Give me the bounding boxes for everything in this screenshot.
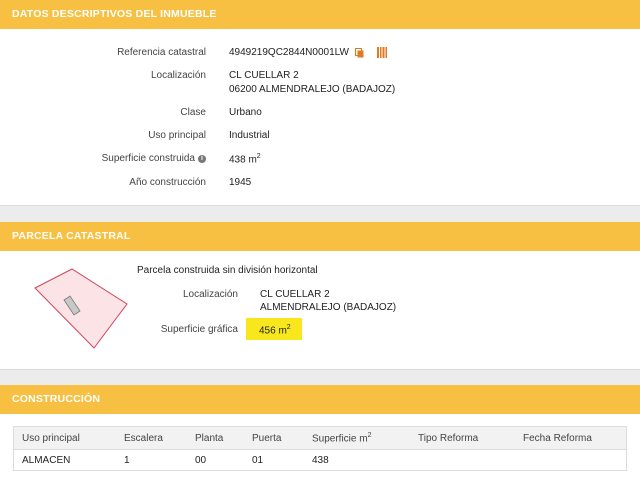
cell-superficie: 438 xyxy=(312,454,329,466)
parcela-loc-line2: ALMENDRALEJO (BADAJOZ) xyxy=(260,302,397,313)
parcela-loc-line1: CL CUELLAR 2 xyxy=(260,289,330,300)
localizacion-line2: 06200 ALMENDRALEJO (BADAJOZ) xyxy=(229,84,396,95)
anio-value: 1945 xyxy=(229,177,252,188)
col-tipo-reforma: Tipo Reforma xyxy=(410,426,515,450)
col-fecha-reforma: Fecha Reforma xyxy=(515,426,627,450)
clase-label: Clase xyxy=(180,107,206,118)
anio-row: Año construcción 1945 xyxy=(0,177,640,191)
cell-uso: ALMACEN xyxy=(22,454,71,466)
col-planta: Planta xyxy=(187,426,244,450)
cell-planta: 00 xyxy=(195,454,207,466)
copy-icon[interactable] xyxy=(355,48,364,58)
col-escalera: Escalera xyxy=(116,426,187,450)
localizacion-row: Localización CL CUELLAR 2 xyxy=(0,70,640,84)
table-row: ALMACEN 1 00 01 438 xyxy=(14,450,627,471)
construccion-table: Uso principal Escalera Planta Puerta Sup… xyxy=(13,426,627,471)
cell-puerta: 01 xyxy=(252,454,264,466)
parcela-sup-wrap: 456 m2 xyxy=(259,324,291,336)
col-uso: Uso principal xyxy=(13,426,116,450)
uso-label: Uso principal xyxy=(148,130,206,141)
superficie-value: 438 m xyxy=(229,154,257,166)
uso-row: Uso principal Industrial xyxy=(0,130,640,144)
parcel-map[interactable] xyxy=(30,266,130,351)
parcela-sup-exp: 2 xyxy=(286,324,291,331)
cell-escalera: 1 xyxy=(124,454,130,466)
superficie-row: Superficie construida i 438 m2 xyxy=(0,153,640,167)
localizacion-label: Localización xyxy=(150,70,206,81)
parcela-loc-label: Localización xyxy=(182,289,238,300)
datos-descriptivos-panel: DATOS DESCRIPTIVOS DEL INMUEBLE xyxy=(0,0,640,206)
localizacion-line1: CL CUELLAR 2 xyxy=(229,70,299,81)
parcela-subtitle: Parcela construida sin división horizont… xyxy=(137,265,318,276)
col-superficie-wrap: Superficie m2 xyxy=(304,426,410,450)
localizacion-row-2: 06200 ALMENDRALEJO (BADAJOZ) xyxy=(0,84,640,98)
superficie-unit-exp: 2 xyxy=(256,153,261,160)
datos-descriptivos-header: DATOS DESCRIPTIVOS DEL INMUEBLE xyxy=(0,0,640,29)
parcel-shape xyxy=(34,268,128,349)
referencia-label: Referencia catastral xyxy=(117,47,206,58)
parcela-header: PARCELA CATASTRAL xyxy=(0,222,640,251)
table-header-row: Uso principal Escalera Planta Puerta Sup… xyxy=(13,426,627,450)
referencia-value: 4949219QC2844N0001LW xyxy=(229,47,349,58)
referencia-row: Referencia catastral 4949219QC2844N0001L… xyxy=(0,47,640,61)
col-puerta: Puerta xyxy=(244,426,304,450)
clase-row: Clase Urbano xyxy=(0,107,640,121)
info-icon[interactable]: i xyxy=(198,155,206,163)
superficie-label-wrap: Superficie construida i xyxy=(102,153,206,164)
cell-tipo-reforma xyxy=(410,450,515,471)
col-superficie: Superficie m xyxy=(312,433,368,445)
anio-label: Año construcción xyxy=(129,177,206,188)
parcela-sup-value: 456 m xyxy=(259,325,287,337)
uso-value: Industrial xyxy=(229,130,270,141)
parcela-sup-label: Superficie gráfica xyxy=(160,324,238,335)
construccion-header: CONSTRUCCIÓN xyxy=(0,385,640,414)
barcode-icon[interactable] xyxy=(377,47,387,58)
superficie-value-wrap: 438 m2 xyxy=(229,153,261,165)
clase-value: Urbano xyxy=(229,107,262,118)
superficie-label: Superficie construida xyxy=(101,153,195,164)
cell-fecha-reforma xyxy=(515,450,627,471)
col-superficie-exp: 2 xyxy=(367,431,372,439)
